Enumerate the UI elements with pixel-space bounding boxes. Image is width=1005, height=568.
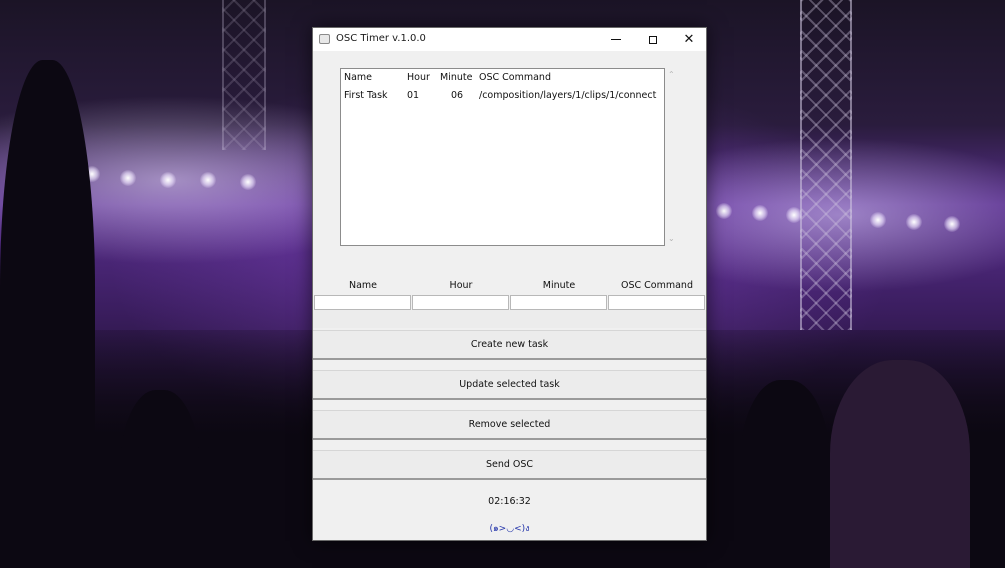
- form-spacer: [313, 310, 706, 328]
- close-icon: ✕: [683, 32, 695, 47]
- column-header-name[interactable]: Name: [344, 72, 372, 83]
- close-button[interactable]: ✕: [671, 28, 707, 51]
- osc-command-label: OSC Command: [621, 280, 693, 291]
- stage-light: [240, 174, 256, 190]
- column-header-hour[interactable]: Hour: [407, 72, 430, 83]
- crowd-silhouette: [120, 390, 200, 568]
- stage-light: [160, 172, 176, 188]
- minute-field[interactable]: [510, 295, 607, 310]
- task-list-header: Name Hour Minute OSC Command: [341, 72, 664, 86]
- window-app-icon: [319, 34, 330, 44]
- window-title: OSC Timer v.1.0.0: [336, 33, 426, 44]
- clock-display: 02:16:32: [488, 496, 531, 507]
- crowd-silhouette: [740, 380, 830, 568]
- minute-label: Minute: [542, 280, 576, 291]
- stage-light: [716, 203, 732, 219]
- hour-label: Hour: [449, 280, 473, 291]
- send-osc-button[interactable]: Send OSC: [313, 450, 706, 480]
- stage-light: [120, 170, 136, 186]
- stage-truss-left: [222, 0, 266, 150]
- stage-truss-right: [800, 0, 852, 330]
- task-hour-cell: 01: [407, 90, 420, 101]
- stage-light: [944, 216, 960, 232]
- maximize-button[interactable]: [635, 28, 671, 51]
- stage-light: [200, 172, 216, 188]
- table-row[interactable]: First Task 01 06 /composition/layers/1/c…: [341, 90, 664, 104]
- task-name-cell: First Task: [344, 90, 388, 101]
- stage-light: [786, 207, 802, 223]
- name-label: Name: [348, 280, 378, 291]
- chevron-up-icon[interactable]: ⌃: [668, 70, 675, 79]
- maximize-icon: [649, 35, 657, 44]
- emoticon-text: (๑>◡<)ง: [489, 524, 530, 534]
- task-list[interactable]: Name Hour Minute OSC Command First Task …: [340, 68, 665, 246]
- remove-task-button[interactable]: Remove selected: [313, 410, 706, 440]
- chevron-down-icon[interactable]: ⌄: [668, 234, 675, 243]
- crowd-silhouette: [830, 360, 970, 568]
- osc-command-field[interactable]: [608, 295, 705, 310]
- task-minute-cell: 06: [451, 90, 464, 101]
- column-header-minute[interactable]: Minute: [440, 72, 472, 83]
- minimize-button[interactable]: [598, 28, 634, 51]
- hour-field[interactable]: [412, 295, 509, 310]
- column-header-osc-command[interactable]: OSC Command: [479, 72, 551, 83]
- task-command-cell: /composition/layers/1/clips/1/connect: [479, 90, 657, 101]
- stage-light: [870, 212, 886, 228]
- update-task-button[interactable]: Update selected task: [313, 370, 706, 400]
- title-bar[interactable]: OSC Timer v.1.0.0 ✕: [313, 28, 706, 51]
- create-task-button[interactable]: Create new task: [313, 330, 706, 360]
- stage-light: [752, 205, 768, 221]
- crowd-silhouette: [0, 60, 95, 568]
- minimize-icon: [611, 39, 621, 40]
- osc-timer-window: OSC Timer v.1.0.0 ✕ Name Hour Minute OSC…: [312, 27, 707, 541]
- name-field[interactable]: [314, 295, 411, 310]
- stage-light: [906, 214, 922, 230]
